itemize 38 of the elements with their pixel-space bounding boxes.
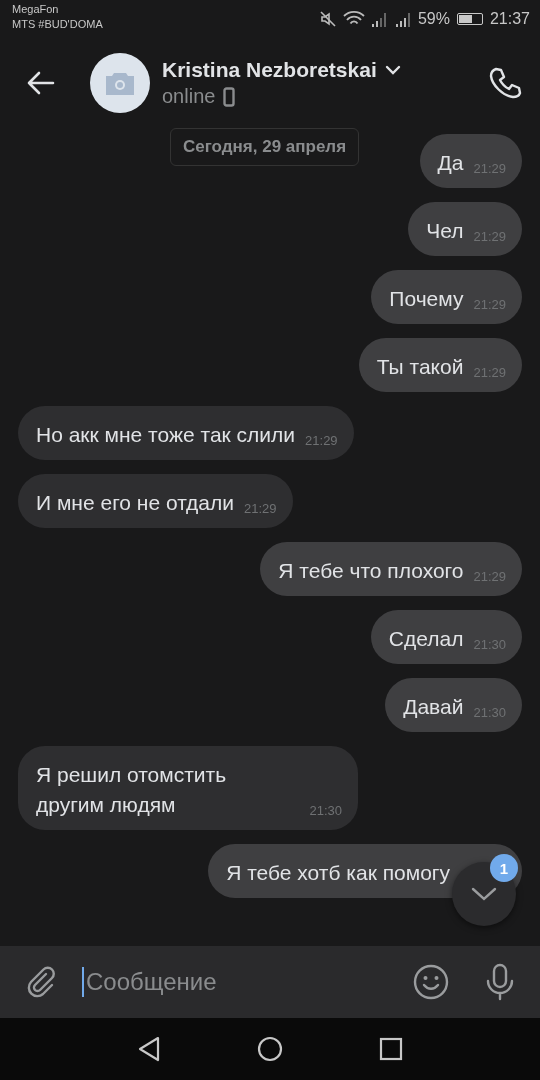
online-status: online (162, 85, 216, 108)
carrier-name: MTS #BUD'DOMA (12, 17, 103, 32)
chevron-down-icon (471, 887, 497, 901)
message-text: Я решил отомстить другим людям (36, 762, 228, 818)
message-text: Но акк мне тоже так слили (36, 422, 296, 448)
message-time: 21:29 (244, 501, 277, 518)
message-bubble[interactable]: И мне его не отдали 21:29 (18, 474, 293, 528)
emoji-icon[interactable] (412, 963, 450, 1001)
battery-icon (456, 13, 483, 25)
microphone-icon[interactable] (484, 963, 516, 1001)
message-text: И мне его не отдали (36, 490, 235, 516)
message-text: Давай (403, 694, 464, 720)
avatar[interactable] (90, 53, 150, 113)
back-nav-icon[interactable] (137, 1036, 161, 1062)
contact-name[interactable]: Kristina Nezboretskai (162, 58, 377, 82)
message-text: Чел (426, 218, 464, 244)
battery-percent: 59% (417, 10, 450, 28)
home-nav-icon[interactable] (257, 1036, 283, 1062)
message-text: Почему (389, 286, 464, 312)
message-bubble[interactable]: Но акк мне тоже так слили 21:29 (18, 406, 354, 460)
message-time: 21:30 (309, 803, 342, 820)
message-text: Ты такой (376, 354, 464, 380)
message-text: Я тебе что плохого (278, 558, 464, 584)
carrier-name: MegaFon (12, 2, 60, 17)
message-text: Сделал (388, 626, 464, 652)
phone-device-icon (223, 86, 236, 107)
camera-icon (104, 71, 136, 95)
recents-nav-icon[interactable] (379, 1037, 403, 1061)
mute-icon (317, 9, 338, 29)
call-icon[interactable] (488, 66, 522, 100)
message-text: Я тебе хотб как помогу (226, 860, 450, 886)
message-time: 21:29 (305, 433, 338, 450)
date-chip: Сегодня, 29 апреля (170, 128, 360, 166)
message-text: Да (437, 150, 464, 176)
message-bubble[interactable]: Я решил отомстить другим людям 21:30 (18, 746, 358, 830)
chevron-down-icon[interactable] (384, 65, 401, 75)
back-arrow-icon[interactable] (26, 70, 56, 96)
clock: 21:37 (489, 10, 530, 28)
